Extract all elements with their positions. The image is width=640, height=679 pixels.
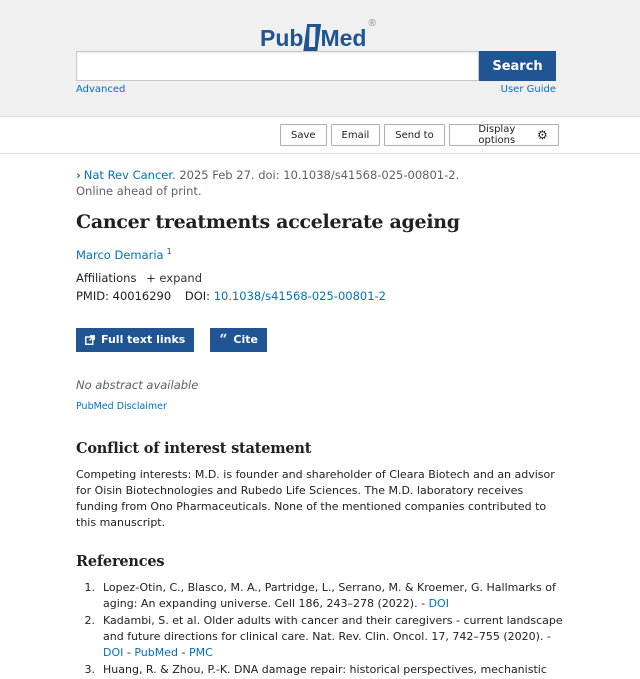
reference-item: 2. Kadambi, S. et al. Older adults with … — [76, 613, 566, 661]
doi-label: DOI: — [184, 288, 211, 303]
coi-heading: Conflict of interest statement — [76, 439, 312, 457]
references-heading: References — [76, 552, 165, 570]
logo-med-text: Med — [320, 25, 367, 51]
journal-link[interactable]: Nat Rev Cancer. — [84, 168, 176, 182]
reference-text: Lopez-Otin, C., Blasco, M. A., Partridge… — [103, 580, 556, 610]
reference-number: 1. — [84, 580, 96, 594]
no-abstract-note: No abstract available — [76, 377, 199, 392]
logo-pub-text: Pub — [260, 25, 304, 51]
pubmed-disclaimer-link[interactable]: PubMed Disclaimer — [76, 401, 167, 412]
external-link-icon — [85, 334, 95, 345]
affiliations-label: Affiliations — [76, 270, 137, 285]
actions-bar: Save Email Send to Display options ⚙ — [0, 116, 640, 154]
journal-citation: › Nat Rev Cancer. 2025 Feb 27. doi: 10.10… — [76, 168, 566, 183]
reference-doi-link[interactable]: DOI — [429, 597, 449, 610]
logo-bookmark-icon — [303, 24, 322, 54]
quote-icon: “ — [219, 331, 228, 348]
author-affiliation-number[interactable]: 1 — [167, 247, 172, 256]
article-buttons: Full text links “ Cite — [76, 327, 566, 352]
pubmed-logo[interactable]: Pub Med ® — [260, 16, 376, 54]
doi-link[interactable]: 10.1038/s41568-025-00801-2 — [214, 289, 386, 303]
email-button[interactable]: Email — [330, 124, 381, 146]
reference-item: 3. Huang, R. & Zhou, P.-K. DNA damage re… — [76, 662, 566, 678]
reference-number: 2. — [84, 613, 96, 627]
full-text-links-button[interactable]: Full text links — [76, 327, 195, 352]
chevron-right-icon: › — [76, 168, 81, 182]
affiliations-expand-toggle[interactable]: + expand — [146, 271, 202, 285]
identifiers: PMID: 40016290 DOI: 10.1038/s41568-025-0… — [76, 288, 566, 304]
author-link[interactable]: Marco Demaria — [76, 248, 164, 262]
send-to-button[interactable]: Send to — [384, 124, 445, 146]
coi-text: Competing interests: M.D. is founder and… — [76, 467, 555, 529]
reference-doi-link[interactable]: DOI — [103, 646, 123, 659]
save-button[interactable]: Save — [280, 124, 327, 146]
full-text-links-label: Full text links — [101, 333, 186, 347]
reference-text: Kadambi, S. et al. Older adults with can… — [103, 613, 563, 659]
reference-item: 1. Lopez-Otin, C., Blasco, M. A., Partri… — [76, 580, 566, 612]
article-content: › Nat Rev Cancer. 2025 Feb 27. doi: 10.10… — [76, 160, 566, 679]
author-list: Marco Demaria 1 — [76, 247, 566, 262]
reference-number: 3. — [84, 662, 96, 676]
display-options-button[interactable]: Display options ⚙ — [448, 124, 559, 146]
reference-pmc-link[interactable]: PMC — [189, 646, 213, 659]
action-buttons: Save Email Send to Display options ⚙ — [280, 124, 559, 146]
user-guide-link[interactable]: User Guide — [501, 84, 556, 95]
reference-list: 1. Lopez-Otin, C., Blasco, M. A., Partri… — [76, 580, 566, 678]
epub-note: Online ahead of print. — [76, 184, 202, 198]
article-title: Cancer treatments accelerate ageing — [76, 211, 460, 233]
cite-button[interactable]: “ Cite — [210, 327, 267, 352]
registered-mark: ® — [368, 18, 376, 29]
reference-pubmed-link[interactable]: PubMed — [134, 646, 178, 659]
search-bar: Search — [76, 51, 556, 81]
display-options-label: Display options — [478, 124, 516, 146]
cite-label: Cite — [233, 333, 258, 347]
search-input[interactable] — [76, 51, 479, 81]
citation-text: 2025 Feb 27. doi: 10.1038/s41568-025-008… — [175, 168, 460, 182]
pmid-label: PMID: — [76, 288, 109, 303]
search-button[interactable]: Search — [479, 51, 556, 81]
gear-icon: ⚙ — [536, 128, 548, 142]
pmid-value: 40016290 — [112, 288, 172, 303]
page-header: Pub Med ® Search Advanced User Guide — [0, 0, 640, 116]
advanced-search-link[interactable]: Advanced — [76, 84, 125, 95]
reference-text: Huang, R. & Zhou, P.-K. DNA damage repai… — [103, 662, 547, 676]
affiliations: Affiliations + expand — [76, 270, 566, 286]
disclaimer: PubMed Disclaimer — [76, 401, 566, 412]
